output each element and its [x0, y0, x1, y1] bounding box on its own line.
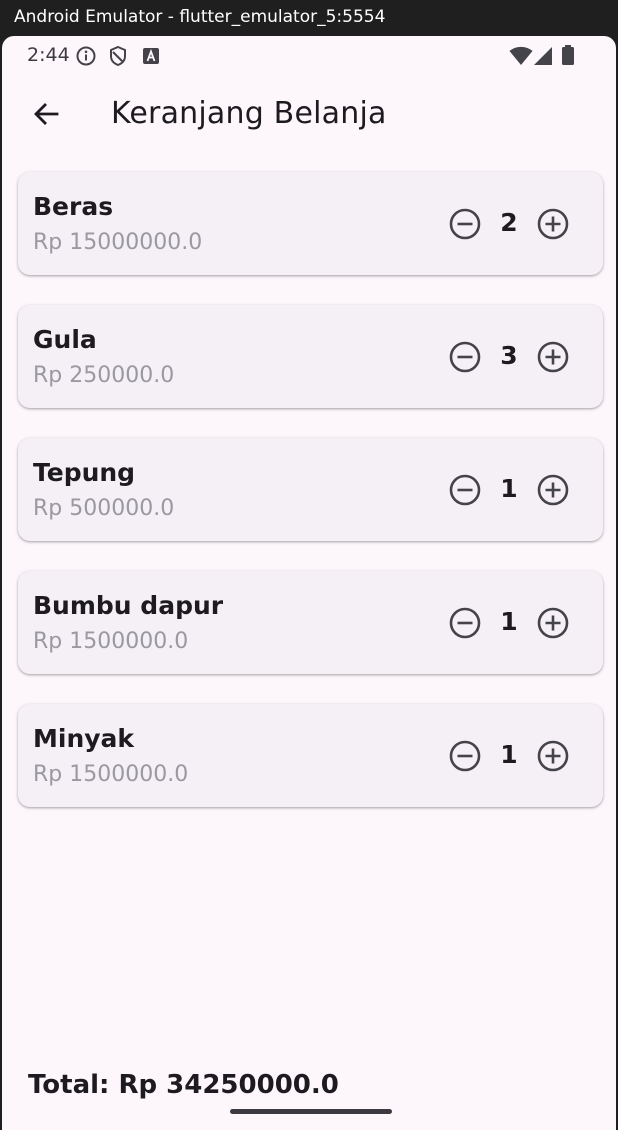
page-title: Keranjang Belanja	[111, 96, 387, 131]
item-name: Minyak	[33, 724, 135, 753]
signal-icon	[533, 46, 553, 71]
back-button[interactable]	[24, 94, 68, 138]
plus-circle-icon	[537, 341, 569, 373]
item-price: Rp 250000.0	[33, 363, 175, 388]
shield-icon	[107, 45, 129, 72]
decrease-quantity-button[interactable]	[448, 739, 482, 773]
cart-item-card: Bumbu dapur Rp 1500000.0 1	[18, 571, 603, 674]
wifi-icon	[509, 46, 533, 71]
a-badge-icon	[142, 47, 160, 70]
increase-quantity-button[interactable]	[536, 340, 570, 374]
arrow-back-icon	[32, 100, 60, 133]
item-price: Rp 500000.0	[33, 496, 175, 521]
window-title-bar: Android Emulator - flutter_emulator_5:55…	[0, 0, 618, 36]
status-bar: 2:44	[2, 36, 616, 76]
minus-circle-icon	[449, 341, 481, 373]
item-name: Tepung	[33, 458, 136, 487]
cart-item-card: Tepung Rp 500000.0 1	[18, 438, 603, 541]
phone-screen: 2:44 Keranjang Belanja Beras Rp 15000000…	[2, 36, 616, 1130]
plus-circle-icon	[537, 740, 569, 772]
increase-quantity-button[interactable]	[536, 473, 570, 507]
item-quantity: 3	[500, 341, 518, 370]
plus-circle-icon	[537, 474, 569, 506]
item-name: Gula	[33, 325, 97, 354]
item-price: Rp 1500000.0	[33, 629, 189, 654]
item-price: Rp 1500000.0	[33, 762, 189, 787]
minus-circle-icon	[449, 740, 481, 772]
item-quantity: 1	[500, 607, 518, 636]
item-price: Rp 15000000.0	[33, 230, 203, 255]
minus-circle-icon	[449, 607, 481, 639]
decrease-quantity-button[interactable]	[448, 473, 482, 507]
cart-item-card: Beras Rp 15000000.0 2	[18, 172, 603, 275]
item-name: Beras	[33, 192, 114, 221]
item-quantity: 1	[500, 474, 518, 503]
decrease-quantity-button[interactable]	[448, 606, 482, 640]
battery-icon	[561, 44, 575, 71]
gesture-nav-handle[interactable]	[230, 1109, 392, 1114]
info-icon	[75, 45, 97, 72]
cart-total: Total: Rp 34250000.0	[28, 1070, 339, 1100]
plus-circle-icon	[537, 208, 569, 240]
item-quantity: 2	[500, 208, 518, 237]
minus-circle-icon	[449, 474, 481, 506]
minus-circle-icon	[449, 208, 481, 240]
window-title: Android Emulator - flutter_emulator_5:55…	[14, 7, 386, 27]
plus-circle-icon	[537, 607, 569, 639]
cart-item-card: Gula Rp 250000.0 3	[18, 305, 603, 408]
item-quantity: 1	[500, 740, 518, 769]
app-bar: Keranjang Belanja	[2, 76, 616, 156]
increase-quantity-button[interactable]	[536, 207, 570, 241]
item-name: Bumbu dapur	[33, 591, 224, 620]
cart-item-card: Minyak Rp 1500000.0 1	[18, 704, 603, 807]
decrease-quantity-button[interactable]	[448, 340, 482, 374]
decrease-quantity-button[interactable]	[448, 207, 482, 241]
status-time: 2:44	[27, 44, 70, 66]
increase-quantity-button[interactable]	[536, 606, 570, 640]
increase-quantity-button[interactable]	[536, 739, 570, 773]
